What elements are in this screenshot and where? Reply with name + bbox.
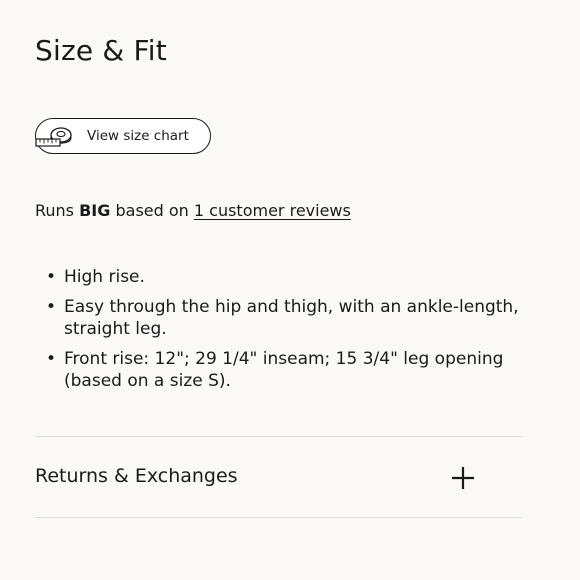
divider (35, 517, 522, 518)
page-title: Size & Fit (35, 34, 167, 67)
measuring-tape-icon (35, 127, 72, 147)
view-size-chart-button[interactable]: View size chart (35, 118, 211, 154)
fit-summary: Runs BIG based on 1 customer reviews (35, 201, 351, 220)
bullet-icon: • (46, 267, 57, 287)
plus-icon[interactable] (451, 466, 475, 490)
customer-reviews-link[interactable]: 1 customer reviews (194, 201, 351, 220)
accordion-title: Returns & Exchanges (35, 465, 238, 487)
returns-exchanges-accordion[interactable]: Returns & Exchanges (35, 437, 522, 517)
detail-item: • High rise. (44, 266, 536, 288)
fit-summary-middle: based on (115, 201, 189, 220)
fit-value: BIG (79, 201, 111, 220)
detail-text: Easy through the hip and thigh, with an … (64, 297, 519, 339)
detail-item: • Front rise: 12"; 29 1/4" inseam; 15 3/… (44, 348, 536, 392)
fit-summary-prefix: Runs (35, 201, 75, 220)
product-details-list: • High rise. • Easy through the hip and … (44, 266, 536, 400)
view-size-chart-label: View size chart (87, 128, 189, 144)
bullet-icon: • (46, 297, 57, 317)
detail-text: High rise. (64, 267, 145, 287)
detail-item: • Easy through the hip and thigh, with a… (44, 296, 536, 340)
detail-text: Front rise: 12"; 29 1/4" inseam; 15 3/4"… (64, 349, 504, 391)
bullet-icon: • (46, 349, 57, 369)
